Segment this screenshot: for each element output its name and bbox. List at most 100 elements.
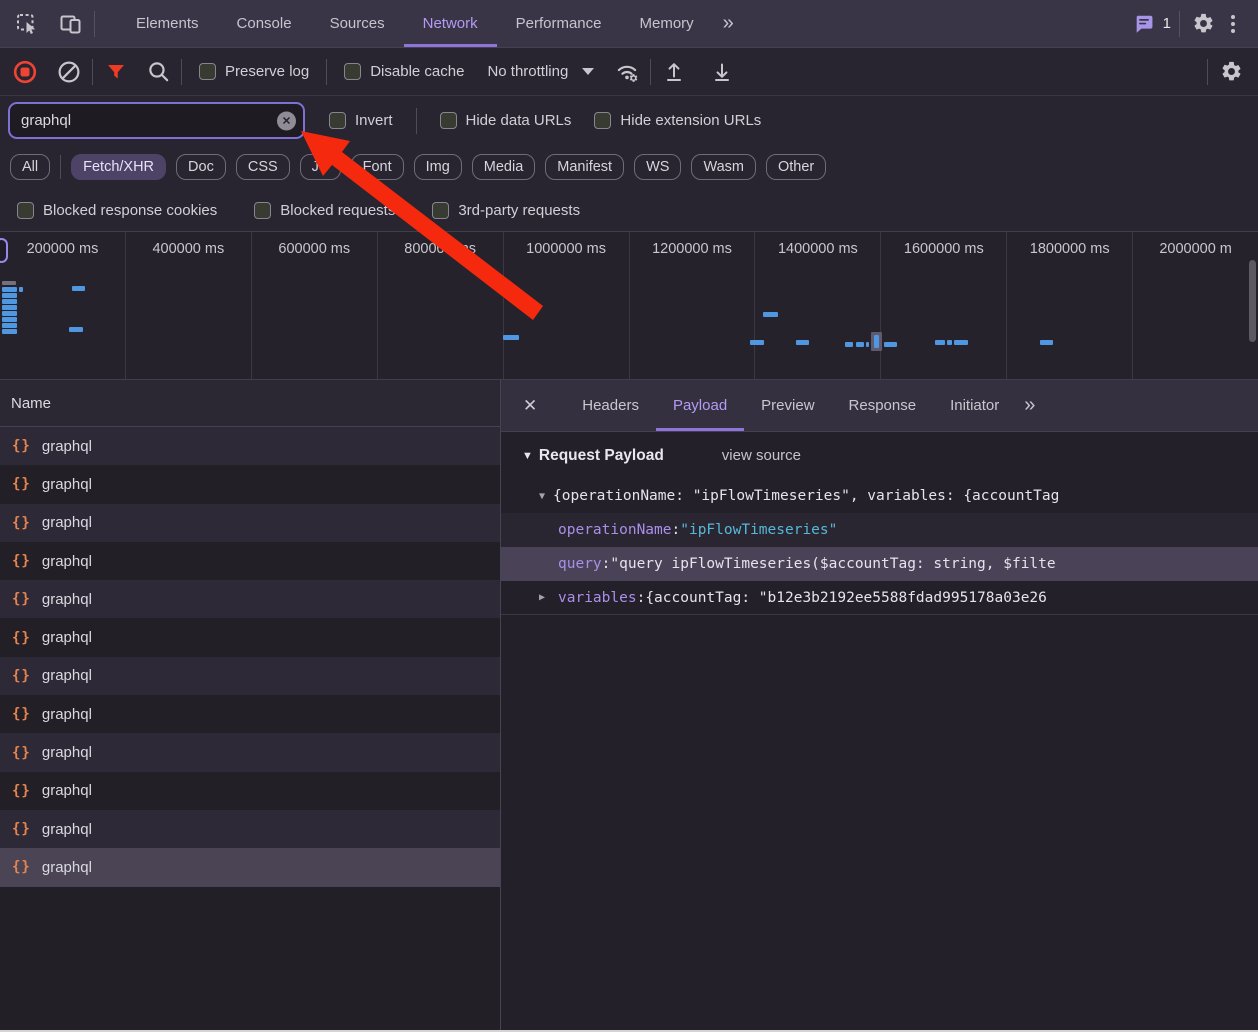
hide-data-urls-checkbox[interactable] (440, 112, 457, 129)
detail-tab-response[interactable]: Response (832, 380, 934, 431)
third-party-requests-checkbox[interactable] (432, 202, 449, 219)
search-icon[interactable] (143, 57, 173, 87)
filter-chip-doc[interactable]: Doc (176, 154, 226, 180)
name-column-header[interactable]: Name (0, 380, 500, 427)
payload-row-query[interactable]: query: "query ipFlowTimeseries($accountT… (501, 547, 1258, 581)
filter-funnel-icon[interactable] (101, 57, 131, 87)
request-row[interactable]: {}graphql (0, 427, 500, 465)
request-row[interactable]: {}graphql (0, 580, 500, 618)
waterfall-bar (2, 293, 17, 298)
request-row[interactable]: {}graphql (0, 733, 500, 771)
filter-chip-js[interactable]: JS (300, 154, 341, 180)
timeline-scrollbar[interactable] (1249, 260, 1256, 342)
preserve-log-checkbox[interactable] (199, 63, 216, 80)
more-panels-icon[interactable]: » (713, 0, 742, 47)
detail-tab-initiator[interactable]: Initiator (933, 380, 1016, 431)
detail-tab-payload[interactable]: Payload (656, 380, 744, 431)
filter-chip-all[interactable]: All (10, 154, 50, 180)
more-detail-tabs-icon[interactable]: » (1016, 380, 1041, 431)
timeline-tick: 1800000 ms (1007, 232, 1133, 379)
request-name: graphql (42, 821, 92, 838)
filter-chip-media[interactable]: Media (472, 154, 536, 180)
disclosure-open-icon[interactable]: ▼ (539, 491, 545, 502)
clear-network-log-icon[interactable] (54, 57, 84, 87)
tab-elements[interactable]: Elements (117, 0, 218, 47)
filter-chip-other[interactable]: Other (766, 154, 826, 180)
detail-tab-headers[interactable]: Headers (565, 380, 656, 431)
network-settings-gear-icon[interactable] (1216, 57, 1246, 87)
clear-filter-icon[interactable]: ✕ (277, 111, 296, 130)
payload-row-operationName[interactable]: operationName: "ipFlowTimeseries" (501, 513, 1258, 547)
filter-chip-manifest[interactable]: Manifest (545, 154, 624, 180)
filter-chip-css[interactable]: CSS (236, 154, 290, 180)
close-detail-icon[interactable]: ✕ (509, 380, 551, 431)
request-name: graphql (42, 667, 92, 684)
request-name: graphql (42, 591, 92, 608)
request-row[interactable]: {}graphql (0, 810, 500, 848)
request-name: graphql (42, 514, 92, 531)
filter-chip-font[interactable]: Font (351, 154, 404, 180)
filter-chip-img[interactable]: Img (414, 154, 462, 180)
waterfall-bar (947, 340, 952, 345)
request-row[interactable]: {}graphql (0, 695, 500, 733)
tab-performance[interactable]: Performance (497, 0, 621, 47)
throttling-select[interactable]: No throttling (487, 63, 594, 80)
tab-network[interactable]: Network (404, 0, 497, 47)
request-row[interactable]: {}graphql (0, 848, 500, 886)
tab-sources[interactable]: Sources (311, 0, 404, 47)
invert-checkbox[interactable] (329, 112, 346, 129)
waterfall-bar (2, 323, 17, 328)
waterfall-bar (866, 342, 869, 347)
requests-list: {}graphql{}graphql{}graphql{}graphql{}gr… (0, 427, 500, 887)
request-row[interactable]: {}graphql (0, 618, 500, 656)
device-toolbar-icon[interactable] (56, 9, 86, 39)
disclosure-closed-icon[interactable]: ▶ (539, 592, 558, 603)
timeline-tick-label: 200000 ms (27, 241, 99, 257)
request-row[interactable]: {}graphql (0, 465, 500, 503)
filter-row: ✕ Invert Hide data URLs Hide extension U… (0, 96, 1258, 145)
network-overview-timeline[interactable]: 200000 ms400000 ms600000 ms800000 ms1000… (0, 232, 1258, 380)
timeline-tick: 600000 ms (252, 232, 378, 379)
timeline-tick-label: 1600000 ms (904, 241, 984, 257)
kebab-menu-icon[interactable] (1218, 9, 1248, 39)
request-row[interactable]: {}graphql (0, 772, 500, 810)
payload-colon: : (672, 522, 681, 538)
timeline-tick: 1200000 ms (630, 232, 756, 379)
divider (181, 59, 182, 85)
json-braces-icon: {} (12, 668, 31, 684)
section-collapse-icon[interactable]: ▼ (522, 450, 533, 462)
timeline-tick-label: 1400000 ms (778, 241, 858, 257)
inspect-element-icon[interactable] (12, 9, 42, 39)
payload-key: query (558, 556, 602, 572)
issues-badge[interactable]: 1 (1132, 9, 1171, 39)
blocked-response-cookies-checkbox[interactable] (17, 202, 34, 219)
request-payload-section-header[interactable]: ▼ Request Payload view source (501, 432, 1258, 479)
filter-chip-fetchxhr[interactable]: Fetch/XHR (71, 154, 166, 180)
waterfall-bar (2, 287, 17, 292)
request-row[interactable]: {}graphql (0, 504, 500, 542)
filter-input[interactable] (10, 112, 303, 129)
settings-gear-icon[interactable] (1188, 9, 1218, 39)
network-conditions-icon[interactable] (612, 57, 642, 87)
filter-chip-ws[interactable]: WS (634, 154, 681, 180)
view-source-link[interactable]: view source (722, 447, 801, 464)
filter-chip-wasm[interactable]: Wasm (691, 154, 756, 180)
tab-memory[interactable]: Memory (621, 0, 713, 47)
payload-summary-row[interactable]: ▼ {operationName: "ipFlowTimeseries", va… (501, 479, 1258, 513)
import-har-icon[interactable] (659, 57, 689, 87)
request-row[interactable]: {}graphql (0, 542, 500, 580)
record-network-log-icon[interactable] (10, 57, 40, 87)
payload-row-variables[interactable]: ▶variables: {accountTag: "b12e3b2192ee55… (501, 581, 1258, 615)
tab-console[interactable]: Console (218, 0, 311, 47)
json-braces-icon: {} (12, 706, 31, 722)
detail-tab-preview[interactable]: Preview (744, 380, 831, 431)
waterfall-bar (796, 340, 809, 345)
request-row[interactable]: {} graphql (0, 657, 500, 695)
disable-cache-checkbox[interactable] (344, 63, 361, 80)
hide-extension-urls-checkbox[interactable] (594, 112, 611, 129)
name-column-label: Name (11, 395, 51, 412)
export-har-icon[interactable] (707, 57, 737, 87)
divider (416, 108, 417, 134)
blocked-requests-checkbox[interactable] (254, 202, 271, 219)
timeline-range-handle[interactable] (0, 238, 8, 263)
